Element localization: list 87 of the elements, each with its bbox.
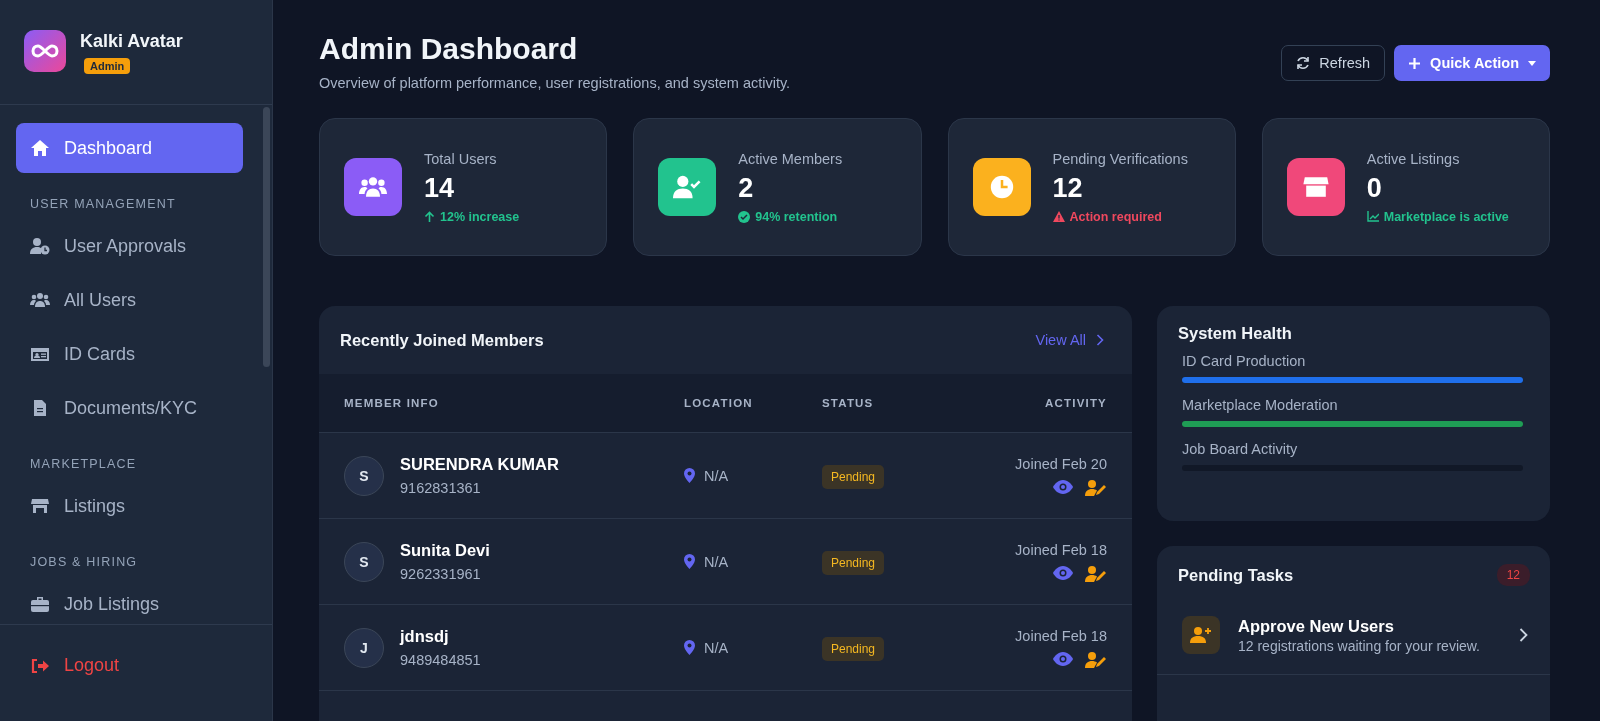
stat-label: Total Users: [424, 150, 498, 167]
member-name: Sunita Devi: [400, 541, 490, 560]
refresh-button[interactable]: Refresh: [1281, 45, 1386, 81]
health-label: Marketplace Moderation: [1182, 397, 1339, 413]
nav-item[interactable]: ID Cards: [16, 329, 243, 379]
logout-icon: [30, 657, 50, 674]
nav-item[interactable]: Listings: [16, 481, 243, 531]
stat-note: Marketplace is active: [1366, 209, 1509, 224]
member-name: jdnsdj: [400, 627, 450, 646]
panel-title: Pending Tasks: [1178, 565, 1294, 585]
task-item[interactable]: Approve New Users 12 registrations waiting for your review.: [1157, 586, 1550, 675]
count-badge: 12: [1496, 564, 1530, 586]
nav-item[interactable]: User Approvals: [16, 221, 243, 271]
health-label: Job Board Activity: [1182, 441, 1299, 457]
joined-date: Joined Feb 18: [1015, 627, 1107, 644]
column-header: ACTIVITY: [1044, 397, 1107, 409]
stat-note: Action required: [1052, 209, 1188, 224]
line-chart-icon: [1366, 211, 1379, 222]
stat-value: 12: [1052, 172, 1084, 204]
avatar-initial: J: [344, 627, 384, 668]
nav-section-heading: USER MANAGEMENT: [29, 196, 177, 213]
stat-label: Active Listings: [1366, 150, 1461, 167]
joined-date: Joined Feb 20: [1015, 455, 1107, 472]
view-eye-icon[interactable]: [1053, 565, 1073, 580]
chevron-right-icon: [1519, 628, 1528, 642]
user-plus-icon: [1182, 616, 1220, 654]
location-text: N/A: [704, 467, 729, 484]
status-badge: Pending: [822, 636, 885, 661]
warning-icon: [1052, 211, 1065, 222]
app-name: Kalki Avatar: [80, 31, 183, 52]
view-eye-icon[interactable]: [1053, 651, 1073, 666]
view-eye-icon[interactable]: [1053, 479, 1073, 494]
edit-user-icon[interactable]: [1085, 651, 1107, 668]
nav-item[interactable]: Job Listings: [16, 579, 243, 624]
edit-user-icon[interactable]: [1085, 565, 1107, 582]
panel-title: System Health: [1178, 324, 1293, 343]
location-pin-icon: [684, 640, 695, 655]
status-badge: Pending: [822, 464, 885, 489]
stat-note: 12% increase: [424, 209, 520, 224]
nav-section-heading: MARKETPLACE: [29, 456, 138, 473]
edit-user-icon[interactable]: [1085, 479, 1107, 496]
status-badge: Pending: [822, 550, 885, 575]
arrow-up-icon: [424, 210, 435, 223]
member-phone: 9489484851: [400, 652, 481, 668]
column-header: STATUS: [822, 397, 875, 409]
nav-item[interactable]: Documents/KYC: [16, 383, 243, 433]
health-label: ID Card Production: [1182, 353, 1307, 369]
user-clock-icon: [30, 237, 50, 255]
location-text: N/A: [704, 553, 729, 570]
location-text: N/A: [704, 639, 729, 656]
stat-label: Active Members: [738, 150, 843, 167]
store-icon: [30, 497, 50, 515]
location-pin-icon: [684, 554, 695, 569]
plus-icon: [1408, 56, 1422, 70]
avatar-initial: S: [344, 455, 384, 496]
briefcase-icon: [30, 595, 50, 613]
panel-title: Recently Joined Members: [340, 330, 544, 350]
home-icon: [30, 139, 50, 157]
stat-value: 0: [1366, 172, 1383, 204]
nav-item[interactable]: Dashboard: [16, 123, 243, 173]
id-card-icon: [30, 345, 50, 363]
column-header: MEMBER INFO: [344, 397, 440, 409]
nav-item[interactable]: All Users: [16, 275, 243, 325]
stat-value: 14: [424, 172, 456, 204]
location-pin-icon: [684, 468, 695, 483]
member-name: SURENDRA KUMAR: [400, 455, 559, 474]
logout-link[interactable]: Logout: [30, 655, 120, 676]
infinity-logo-icon: [24, 30, 66, 72]
page-subtitle: Overview of platform performance, user registrations, and system activity.: [319, 75, 791, 91]
page-title: Admin Dashboard: [319, 32, 579, 66]
stat-value: 2: [738, 172, 755, 204]
quick-action-button[interactable]: Quick Action: [1394, 45, 1550, 81]
column-header: LOCATION: [684, 397, 754, 409]
stat-label: Pending Verifications: [1052, 150, 1188, 167]
role-badge: Admin: [84, 58, 131, 74]
member-phone: 9262331961: [400, 566, 482, 582]
joined-date: Joined Feb 18: [1015, 541, 1107, 558]
avatar-initial: S: [344, 541, 384, 582]
caret-icon: [1528, 60, 1536, 66]
nav-section-heading: JOBS & HIRING: [29, 554, 139, 571]
stat-note: 94% retention: [738, 209, 843, 224]
chevron-right-icon: [1096, 334, 1104, 346]
users-icon: [30, 291, 50, 309]
member-phone: 9162831361: [400, 480, 482, 496]
check-circle-icon: [738, 210, 751, 223]
scrollbar[interactable]: [263, 107, 270, 367]
refresh-icon: [1296, 56, 1311, 70]
